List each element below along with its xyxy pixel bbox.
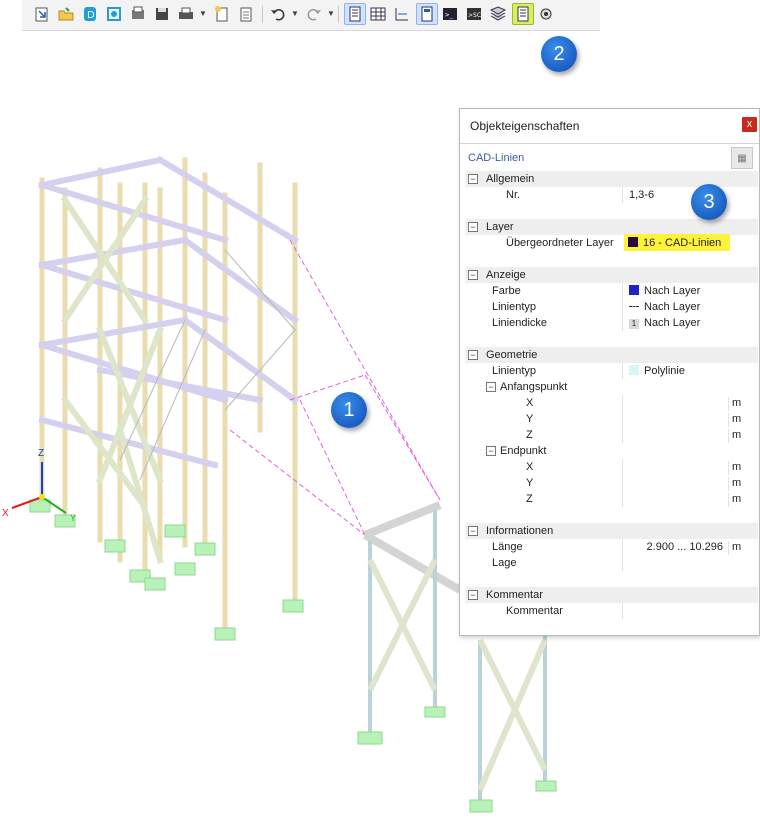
save-icon[interactable] (152, 4, 172, 24)
layers-icon[interactable] (488, 4, 508, 24)
svg-text:>SC: >SC (468, 12, 481, 19)
property-row-end-z[interactable]: Z m (466, 491, 758, 507)
svg-text:D: D (87, 10, 95, 21)
print-report-icon[interactable] (128, 4, 148, 24)
axis-label-y: Y (70, 513, 77, 523)
print-icon[interactable] (176, 4, 196, 24)
webservice-icon[interactable] (104, 4, 124, 24)
object-type-label: CAD-Linien (468, 152, 525, 164)
redo-icon[interactable] (304, 4, 324, 24)
panel-subheader: CAD-Linien ▦ (460, 143, 759, 170)
table-icon[interactable] (368, 4, 388, 24)
collapse-icon[interactable]: − (468, 222, 478, 232)
collapse-icon[interactable]: − (468, 590, 478, 600)
new-page-icon[interactable] (212, 4, 232, 24)
group-endpunkt[interactable]: − Endpunkt (466, 443, 758, 459)
page-icon[interactable] (236, 4, 256, 24)
collapse-icon[interactable]: − (468, 270, 478, 280)
property-row-start-x[interactable]: X m (466, 395, 758, 411)
section-kommentar[interactable]: − Kommentar (466, 587, 758, 603)
collapse-icon[interactable]: − (468, 526, 478, 536)
property-grid: − Allgemein Nr. 1,3-6 − Layer Übergeordn… (466, 171, 758, 619)
callout-badge-3: 3 (691, 184, 727, 220)
panel-navigator-icon[interactable] (344, 3, 366, 25)
property-row-kommentar[interactable]: Kommentar (466, 603, 758, 619)
undo-icon[interactable] (268, 4, 288, 24)
dlubal-icon[interactable]: D (80, 4, 100, 24)
import-icon[interactable] (32, 4, 52, 24)
section-anzeige[interactable]: − Anzeige (466, 267, 758, 283)
close-button[interactable]: x (742, 117, 757, 132)
property-row-end-y[interactable]: Y m (466, 475, 758, 491)
console-icon[interactable]: >_ (440, 4, 460, 24)
axis-label-z: Z (38, 448, 45, 459)
collapse-icon[interactable]: − (468, 174, 478, 184)
parent-layer-value: 16 - CAD-Linien (643, 237, 722, 249)
redo-dropdown-arrow[interactable]: ▼ (327, 9, 335, 18)
callout-badge-1: 1 (331, 392, 367, 428)
collapse-icon[interactable]: − (468, 350, 478, 360)
layer-color-swatch (628, 237, 638, 247)
property-row-liniendicke[interactable]: Liniendicke 1 Nach Layer (466, 315, 758, 331)
main-toolbar: D ▼ ▼ ▼ >_ >SC (22, 0, 600, 31)
properties-icon[interactable] (512, 3, 534, 25)
undo-dropdown-arrow[interactable]: ▼ (291, 9, 299, 18)
color-swatch (629, 285, 639, 295)
property-row-linientyp[interactable]: Linientyp Nach Layer (466, 299, 758, 315)
print-dropdown-arrow[interactable]: ▼ (199, 9, 207, 18)
dashed-line-icon (629, 306, 639, 307)
dimension-icon[interactable] (392, 4, 412, 24)
callout-badge-2: 2 (541, 36, 577, 72)
property-row-start-y[interactable]: Y m (466, 411, 758, 427)
property-row-end-x[interactable]: X m (466, 459, 758, 475)
section-geometrie[interactable]: − Geometrie (466, 347, 758, 363)
group-anfangspunkt[interactable]: − Anfangspunkt (466, 379, 758, 395)
nr-value[interactable]: 1,3-6 (629, 189, 654, 201)
structure-left (29, 155, 304, 641)
line-thickness-icon: 1 (629, 319, 639, 329)
polyline-icon (629, 365, 639, 375)
section-layer[interactable]: − Layer (466, 219, 758, 235)
property-row-laenge[interactable]: Länge 2.900 ... 10.296 m (466, 539, 758, 555)
open-icon[interactable] (56, 4, 76, 24)
panel-title: Objekteigenschaften (470, 119, 580, 133)
svg-text:>_: >_ (445, 11, 454, 19)
property-row-start-z[interactable]: Z m (466, 427, 758, 443)
script-icon[interactable]: >SC (464, 4, 484, 24)
collapse-icon[interactable]: − (486, 382, 496, 392)
panel-icon[interactable] (416, 3, 438, 25)
section-informationen[interactable]: − Informationen (466, 523, 758, 539)
property-row-geometrie-linientyp[interactable]: Linientyp Polylinie (466, 363, 758, 379)
collapse-icon[interactable]: − (486, 446, 496, 456)
property-row-parent-layer[interactable]: Übergeordneter Layer 16 - CAD-Linien (466, 234, 758, 251)
axis-label-x: X (2, 508, 9, 519)
property-row-farbe[interactable]: Farbe Nach Layer (466, 283, 758, 299)
view-icon[interactable] (536, 4, 556, 24)
object-settings-icon[interactable]: ▦ (731, 147, 753, 169)
laenge-value: 2.900 ... 10.296 (646, 541, 723, 553)
property-row-lage[interactable]: Lage (466, 555, 758, 571)
